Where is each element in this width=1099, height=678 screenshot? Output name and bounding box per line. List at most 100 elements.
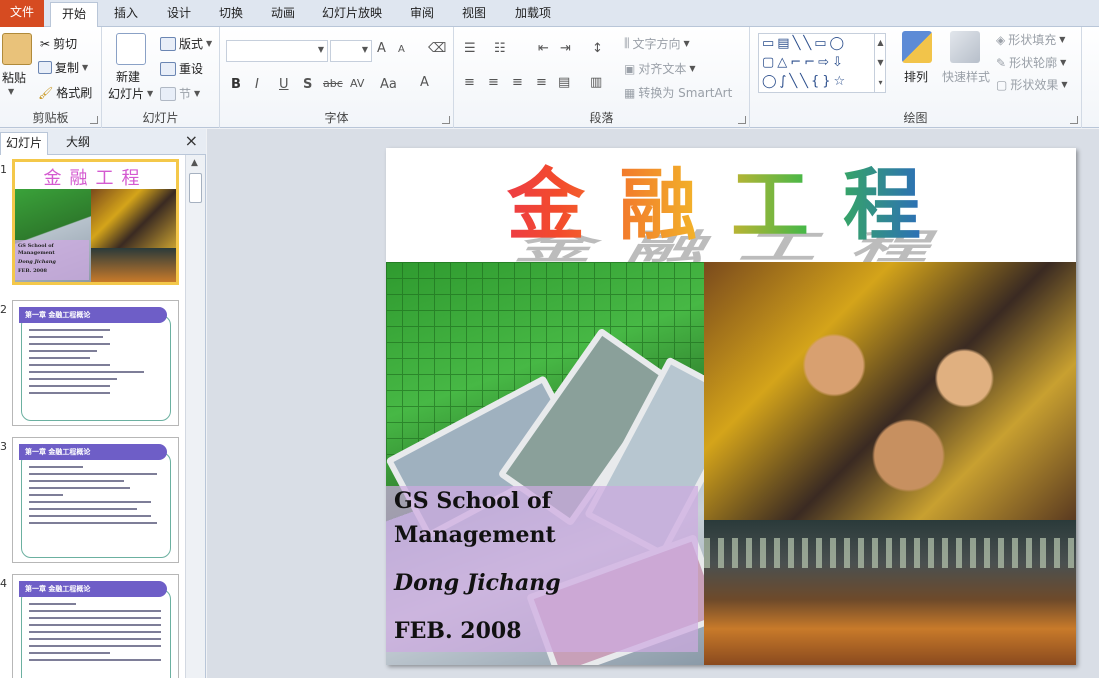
smartart-icon: ▦ <box>624 85 636 100</box>
align-left-icon[interactable]: ≡ <box>464 75 475 90</box>
clear-format-icon[interactable]: ⌫ <box>428 41 446 56</box>
thumb-line: Management <box>18 250 55 256</box>
slide-thumbnail-4[interactable]: 第一章 金融工程概论 <box>12 574 179 678</box>
slide-title-wordart[interactable]: 金融工程 金融工程 <box>386 156 1076 268</box>
thumb-traders-image <box>91 189 176 248</box>
distribute-icon[interactable]: ▤ <box>558 75 570 90</box>
paste-icon[interactable] <box>2 33 32 65</box>
reset-label: 重设 <box>179 62 204 76</box>
numbering-icon[interactable]: ☷ <box>494 41 506 56</box>
align-center-icon[interactable]: ≡ <box>488 75 499 90</box>
cut-button[interactable]: ✂ 剪切 <box>40 35 77 52</box>
tab-slides[interactable]: 幻灯片 <box>0 132 48 155</box>
increase-indent-icon[interactable]: ⇥ <box>560 41 571 56</box>
subtitle-line1: GS School of <box>394 488 552 514</box>
section-button[interactable]: 节 ▼ <box>160 85 200 102</box>
format-painter-button[interactable]: 🖌 格式刷 <box>38 84 92 101</box>
tab-file[interactable]: 文件 <box>0 0 44 27</box>
text-direction-button[interactable]: ⫼ 文字方向 ▼ <box>624 35 690 52</box>
quick-styles-button[interactable]: 快速样式 <box>942 68 990 85</box>
shapes-gallery[interactable]: ▭▤╲╲▭◯ ▢△⌐⌐⇨⇩ ◯∫╲╲{}☆ <box>758 33 886 93</box>
slide-thumbnail-1[interactable]: 金融工程 GS School of Management Dong Jichan… <box>12 159 179 285</box>
new-slide-button[interactable]: 新建 <box>116 68 140 85</box>
decrease-indent-icon[interactable]: ⇤ <box>538 41 549 56</box>
bold-button[interactable]: B <box>231 77 241 92</box>
italic-button[interactable]: I <box>255 77 259 92</box>
shapes-gallery-scroll[interactable]: ▲ ▼ ▾ <box>874 33 886 93</box>
tab-home[interactable]: 开始 <box>50 2 98 28</box>
shadow-button[interactable]: S <box>303 77 312 92</box>
clipboard-launcher[interactable] <box>90 116 98 124</box>
slide-thumbnail-2[interactable]: 第一章 金融工程概论 <box>12 300 179 426</box>
char-spacing-button[interactable]: AV <box>350 77 364 90</box>
slide-number: 4 <box>0 577 7 590</box>
align-text-button[interactable]: ▣ 对齐文本 ▼ <box>624 60 696 77</box>
copy-icon <box>38 61 52 74</box>
paste-button[interactable]: 粘贴 <box>2 69 26 86</box>
paragraph-group-label: 段落 <box>589 111 614 125</box>
font-name-combo[interactable]: ▼ <box>226 40 328 62</box>
pencil-icon: ✎ <box>996 55 1007 70</box>
close-panel-icon[interactable]: × <box>185 131 198 150</box>
drawing-launcher[interactable] <box>1070 116 1078 124</box>
tab-review[interactable]: 审阅 <box>400 2 444 27</box>
shape-outline-button[interactable]: ✎ 形状轮廓 ▼ <box>996 54 1066 71</box>
presentation-date: FEB. 2008 <box>394 618 522 644</box>
font-launcher[interactable] <box>442 116 450 124</box>
tab-animations[interactable]: 动画 <box>261 2 305 27</box>
arrange-button[interactable]: 排列 <box>904 68 928 85</box>
trading-floor-photo[interactable] <box>704 520 1076 665</box>
tab-insert[interactable]: 插入 <box>104 2 148 27</box>
shape-effects-button[interactable]: ▢ 形状效果 ▼ <box>996 76 1068 93</box>
line-spacing-icon[interactable]: ↕ <box>592 41 603 56</box>
shape-fill-button[interactable]: ◈ 形状填充 ▼ <box>996 31 1065 48</box>
change-case-button[interactable]: Aa <box>380 77 397 92</box>
reset-button[interactable]: 重设 <box>160 60 203 77</box>
traders-photo[interactable] <box>704 262 1076 520</box>
paint-bucket-icon: ◈ <box>996 32 1006 47</box>
thumb-lines <box>29 329 164 399</box>
current-slide[interactable]: 金融工程 金融工程 GS School of Management Dong J… <box>386 148 1076 665</box>
new-slide-icon[interactable] <box>116 33 146 65</box>
arrange-icon[interactable] <box>902 31 932 63</box>
layout-button[interactable]: 版式 ▼ <box>160 35 212 52</box>
slide-number: 2 <box>0 303 7 316</box>
thumbnail-scrollbar[interactable]: ▲ <box>185 155 205 678</box>
align-right-icon[interactable]: ≡ <box>512 75 523 90</box>
tab-outline[interactable]: 大纲 <box>56 132 100 155</box>
bullets-icon[interactable]: ☰ <box>464 41 476 56</box>
scroll-thumb[interactable] <box>189 173 202 203</box>
new-slide-menu[interactable]: 幻灯片 ▼ <box>108 85 153 102</box>
smartart-label: 转换为 SmartArt <box>638 86 733 100</box>
smartart-button[interactable]: ▦ 转换为 SmartArt <box>624 84 732 101</box>
layout-icon <box>160 36 176 51</box>
scroll-up-icon[interactable]: ▲ <box>191 158 198 168</box>
reset-icon <box>160 61 176 76</box>
slides-group-label: 幻灯片 <box>142 111 179 125</box>
justify-icon[interactable]: ≡ <box>536 75 547 90</box>
tab-view[interactable]: 视图 <box>452 2 496 27</box>
strikethrough-button[interactable]: abc <box>323 77 343 90</box>
brush-icon: 🖌 <box>38 85 54 100</box>
thumb-line: FEB. 2008 <box>18 268 47 274</box>
tab-addins[interactable]: 加载项 <box>506 2 560 27</box>
font-color-button[interactable]: A <box>420 75 429 90</box>
columns-icon[interactable]: ▥ <box>590 75 602 90</box>
shrink-font-button[interactable]: A <box>398 44 405 55</box>
tab-design[interactable]: 设计 <box>157 2 201 27</box>
tab-slideshow[interactable]: 幻灯片放映 <box>316 2 388 27</box>
text-direction-icon: ⫼ <box>624 36 630 50</box>
thumb-header: 第一章 金融工程概论 <box>19 307 167 323</box>
grow-font-button[interactable]: A <box>377 41 386 56</box>
ribbon: 粘贴 ▼ ✂ 剪切 复制 ▼ 🖌 格式刷 剪贴板 新建 幻灯片 ▼ 版式 ▼ 重设 节 ▼ … <box>0 27 1099 128</box>
new-slide-label2: 幻灯片 <box>108 87 145 101</box>
layout-label: 版式 <box>179 37 204 51</box>
tab-transitions[interactable]: 切换 <box>209 2 253 27</box>
slide-thumbnail-3[interactable]: 第一章 金融工程概论 <box>12 437 179 563</box>
copy-button[interactable]: 复制 ▼ <box>38 59 88 76</box>
quick-styles-icon[interactable] <box>950 31 980 63</box>
underline-button[interactable]: U <box>279 77 289 92</box>
paragraph-launcher[interactable] <box>738 116 746 124</box>
subtitle-box[interactable]: GS School of Management Dong Jichang FEB… <box>386 486 698 652</box>
font-size-combo[interactable]: ▼ <box>330 40 372 62</box>
